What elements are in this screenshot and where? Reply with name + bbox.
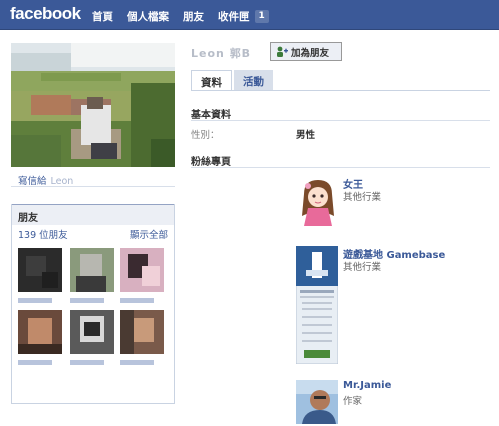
- top-bar: facebook 首頁 個人檔案 朋友 收件匣 1: [0, 0, 499, 30]
- friend-photo: [70, 310, 114, 354]
- friend-name-blur: [120, 360, 154, 365]
- nav-friends[interactable]: 朋友: [183, 9, 204, 24]
- gender-value: 男性: [296, 130, 316, 141]
- send-message-link[interactable]: 寫信給 Leon: [18, 173, 73, 187]
- friends-subheader: 139 位朋友 顯示全部: [12, 225, 174, 243]
- nav-inbox[interactable]: 收件匣: [218, 9, 250, 24]
- fan-pages-title: 粉絲專頁: [191, 157, 231, 168]
- add-friend-icon: [277, 46, 288, 57]
- friend-thumbnail[interactable]: [70, 310, 114, 365]
- inbox-count-badge[interactable]: 1: [254, 10, 269, 23]
- friends-count-link[interactable]: 139 位朋友: [18, 227, 68, 241]
- fan-page-category: 其他行業: [343, 262, 382, 273]
- profile-photo[interactable]: [11, 43, 175, 167]
- tabs-divider: [191, 90, 490, 91]
- fan-page-avatar[interactable]: [296, 176, 340, 226]
- show-all-friends-link[interactable]: 顯示全部: [130, 227, 168, 241]
- friend-photo: [120, 248, 164, 292]
- friend-photo: [70, 248, 114, 292]
- facebook-logo[interactable]: facebook: [10, 4, 81, 24]
- friend-thumbnail[interactable]: [18, 248, 62, 303]
- friend-name-blur: [70, 360, 104, 365]
- tab-info[interactable]: 資料: [191, 70, 232, 91]
- friends-box: 朋友 139 位朋友 顯示全部: [11, 204, 175, 404]
- add-friend-button[interactable]: 加為朋友: [270, 42, 342, 61]
- friend-thumbnail[interactable]: [120, 310, 164, 365]
- nav-profile[interactable]: 個人檔案: [127, 9, 169, 24]
- fan-page-category: 其他行業: [343, 192, 382, 203]
- add-friend-label: 加為朋友: [291, 47, 330, 59]
- friend-thumbnail[interactable]: [120, 248, 164, 303]
- profile-tabs: 資料 活動: [191, 70, 275, 91]
- tab-activity[interactable]: 活動: [234, 70, 273, 91]
- friend-photo: [18, 248, 62, 292]
- fan-pages-divider: [191, 167, 490, 168]
- fan-page-name[interactable]: Mr.Jamie: [343, 380, 391, 391]
- fan-page-avatar[interactable]: [296, 246, 338, 364]
- friend-thumbnail[interactable]: [18, 310, 62, 365]
- friend-photo: [120, 310, 164, 354]
- top-nav: 首頁 個人檔案 朋友 收件匣 1: [92, 9, 269, 24]
- friend-photo: [18, 310, 62, 354]
- friend-name-blur: [120, 298, 154, 303]
- friend-name-blur: [18, 298, 52, 303]
- profile-name: Leon 郭B: [191, 47, 252, 60]
- friend-name-blur: [70, 298, 104, 303]
- fan-page-item: Mr.Jamie 作家: [296, 380, 486, 424]
- friends-title: 朋友: [12, 204, 174, 225]
- fan-page-avatar[interactable]: [296, 380, 338, 424]
- fan-page-item: 女王 其他行業: [296, 176, 486, 226]
- basic-info-divider: [191, 120, 490, 121]
- profile-photo-image: [11, 43, 175, 167]
- fan-page-item: 遊戲基地 Gamebase 其他行業: [296, 246, 486, 366]
- nav-home[interactable]: 首頁: [92, 9, 113, 24]
- basic-info-title: 基本資料: [191, 110, 231, 121]
- left-divider: [11, 186, 175, 187]
- friend-name-blur: [18, 360, 52, 365]
- gender-label: 性別：: [191, 130, 220, 141]
- fan-page-category: 作家: [343, 396, 363, 407]
- friend-thumbnail[interactable]: [70, 248, 114, 303]
